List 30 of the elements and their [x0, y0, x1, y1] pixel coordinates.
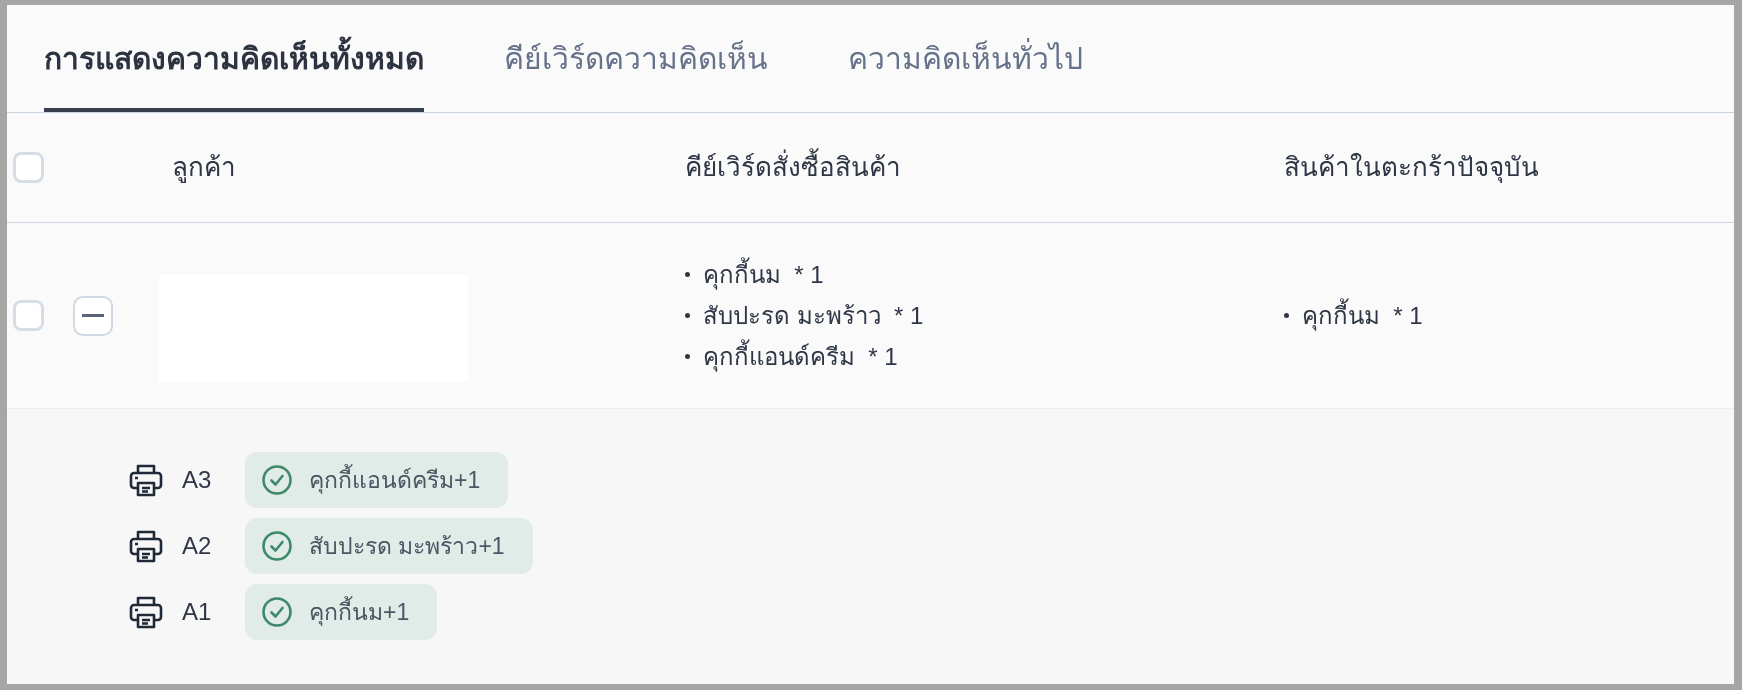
list-item: คุกกี้นม * 1	[703, 256, 824, 293]
list-item: คุกกี้แอนด์ครีม * 1	[703, 338, 898, 375]
tab[interactable]: ความคิดเห็นทั่วไป	[848, 5, 1083, 112]
bullet-icon	[1284, 313, 1289, 318]
printer-icon	[128, 528, 164, 564]
expand-toggle[interactable]	[73, 295, 113, 336]
printer-icon	[128, 594, 164, 630]
item-label: คุกกี้แอนด์ครีม+1	[309, 463, 481, 496]
check-circle-icon	[262, 597, 292, 627]
item-label: สับปะรด มะพร้าว+1	[309, 531, 505, 561]
column-header: สินค้าในตะกร้าปัจจุบัน	[1284, 151, 1540, 185]
column-header: ลูกค้า	[171, 151, 237, 185]
printer-icon	[128, 462, 164, 498]
list-item: สับปะรด มะพร้าว * 1	[703, 300, 924, 331]
list-item: คุกกี้นม * 1	[1302, 297, 1423, 334]
check-circle-icon	[262, 531, 292, 561]
minus-icon	[82, 314, 104, 317]
tab[interactable]: คีย์เวิร์ดความคิดเห็น	[504, 5, 768, 112]
item-label: คุกกี้นม+1	[309, 595, 410, 628]
bullet-icon	[685, 313, 690, 318]
column-header: คีย์เวิร์ดสั่งซื้อสินค้า	[685, 148, 1284, 187]
printer-label: A1	[182, 597, 213, 627]
checkbox[interactable]	[13, 152, 44, 183]
checkbox[interactable]	[13, 300, 44, 331]
bullet-icon	[685, 354, 690, 359]
bullet-icon	[685, 272, 690, 277]
printer-label: A2	[182, 531, 213, 561]
tab[interactable]: การแสดงความคิดเห็นทั้งหมด	[44, 5, 424, 112]
printer-label: A3	[182, 465, 213, 495]
check-circle-icon	[262, 465, 292, 495]
